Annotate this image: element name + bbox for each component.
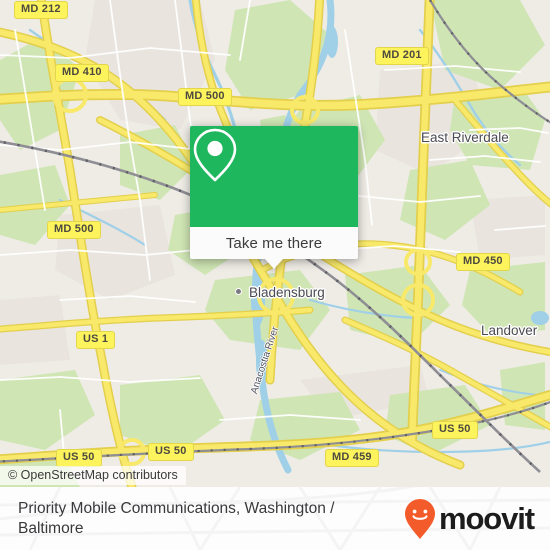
map-canvas[interactable]: MD 212 MD 410 MD 500 MD 201 MD 500 MD 450 US 1… bbox=[0, 0, 550, 487]
place-dot bbox=[235, 288, 242, 295]
callout-icon-area bbox=[190, 126, 358, 227]
moovit-wordmark: moovit bbox=[438, 501, 535, 536]
road-shield: MD 410 bbox=[55, 64, 109, 82]
place-label: Landover bbox=[481, 323, 538, 338]
location-callout-card[interactable]: Take me there bbox=[190, 126, 358, 269]
take-me-there-button[interactable]: Take me there bbox=[190, 227, 358, 259]
place-label: Bladensburg bbox=[249, 285, 325, 300]
map-attribution[interactable]: © OpenStreetMap contributors bbox=[0, 466, 186, 485]
road-shield: US 50 bbox=[148, 443, 194, 461]
screenshot-root: MD 212 MD 410 MD 500 MD 201 MD 500 MD 450 US 1… bbox=[0, 0, 550, 550]
road-shield: US 1 bbox=[76, 331, 116, 349]
moovit-logo[interactable]: moovit bbox=[403, 498, 535, 540]
road-shield: MD 450 bbox=[456, 253, 510, 271]
road-shield: US 50 bbox=[56, 449, 102, 467]
place-label: East Riverdale bbox=[421, 130, 509, 145]
footer-bar: Priority Mobile Communications, Washingt… bbox=[0, 487, 550, 550]
callout-tail bbox=[265, 259, 283, 269]
map-pin-icon bbox=[193, 128, 237, 182]
road-shield: MD 212 bbox=[14, 1, 68, 19]
road-shield: MD 500 bbox=[178, 88, 232, 106]
page-title: Priority Mobile Communications, Washingt… bbox=[18, 499, 335, 537]
moovit-pin-icon bbox=[404, 498, 435, 539]
take-me-there-label: Take me there bbox=[225, 234, 323, 252]
road-shield: MD 201 bbox=[375, 47, 429, 65]
road-shield: MD 500 bbox=[47, 221, 101, 239]
road-shield: US 50 bbox=[432, 421, 478, 439]
road-shield: MD 459 bbox=[325, 449, 379, 467]
